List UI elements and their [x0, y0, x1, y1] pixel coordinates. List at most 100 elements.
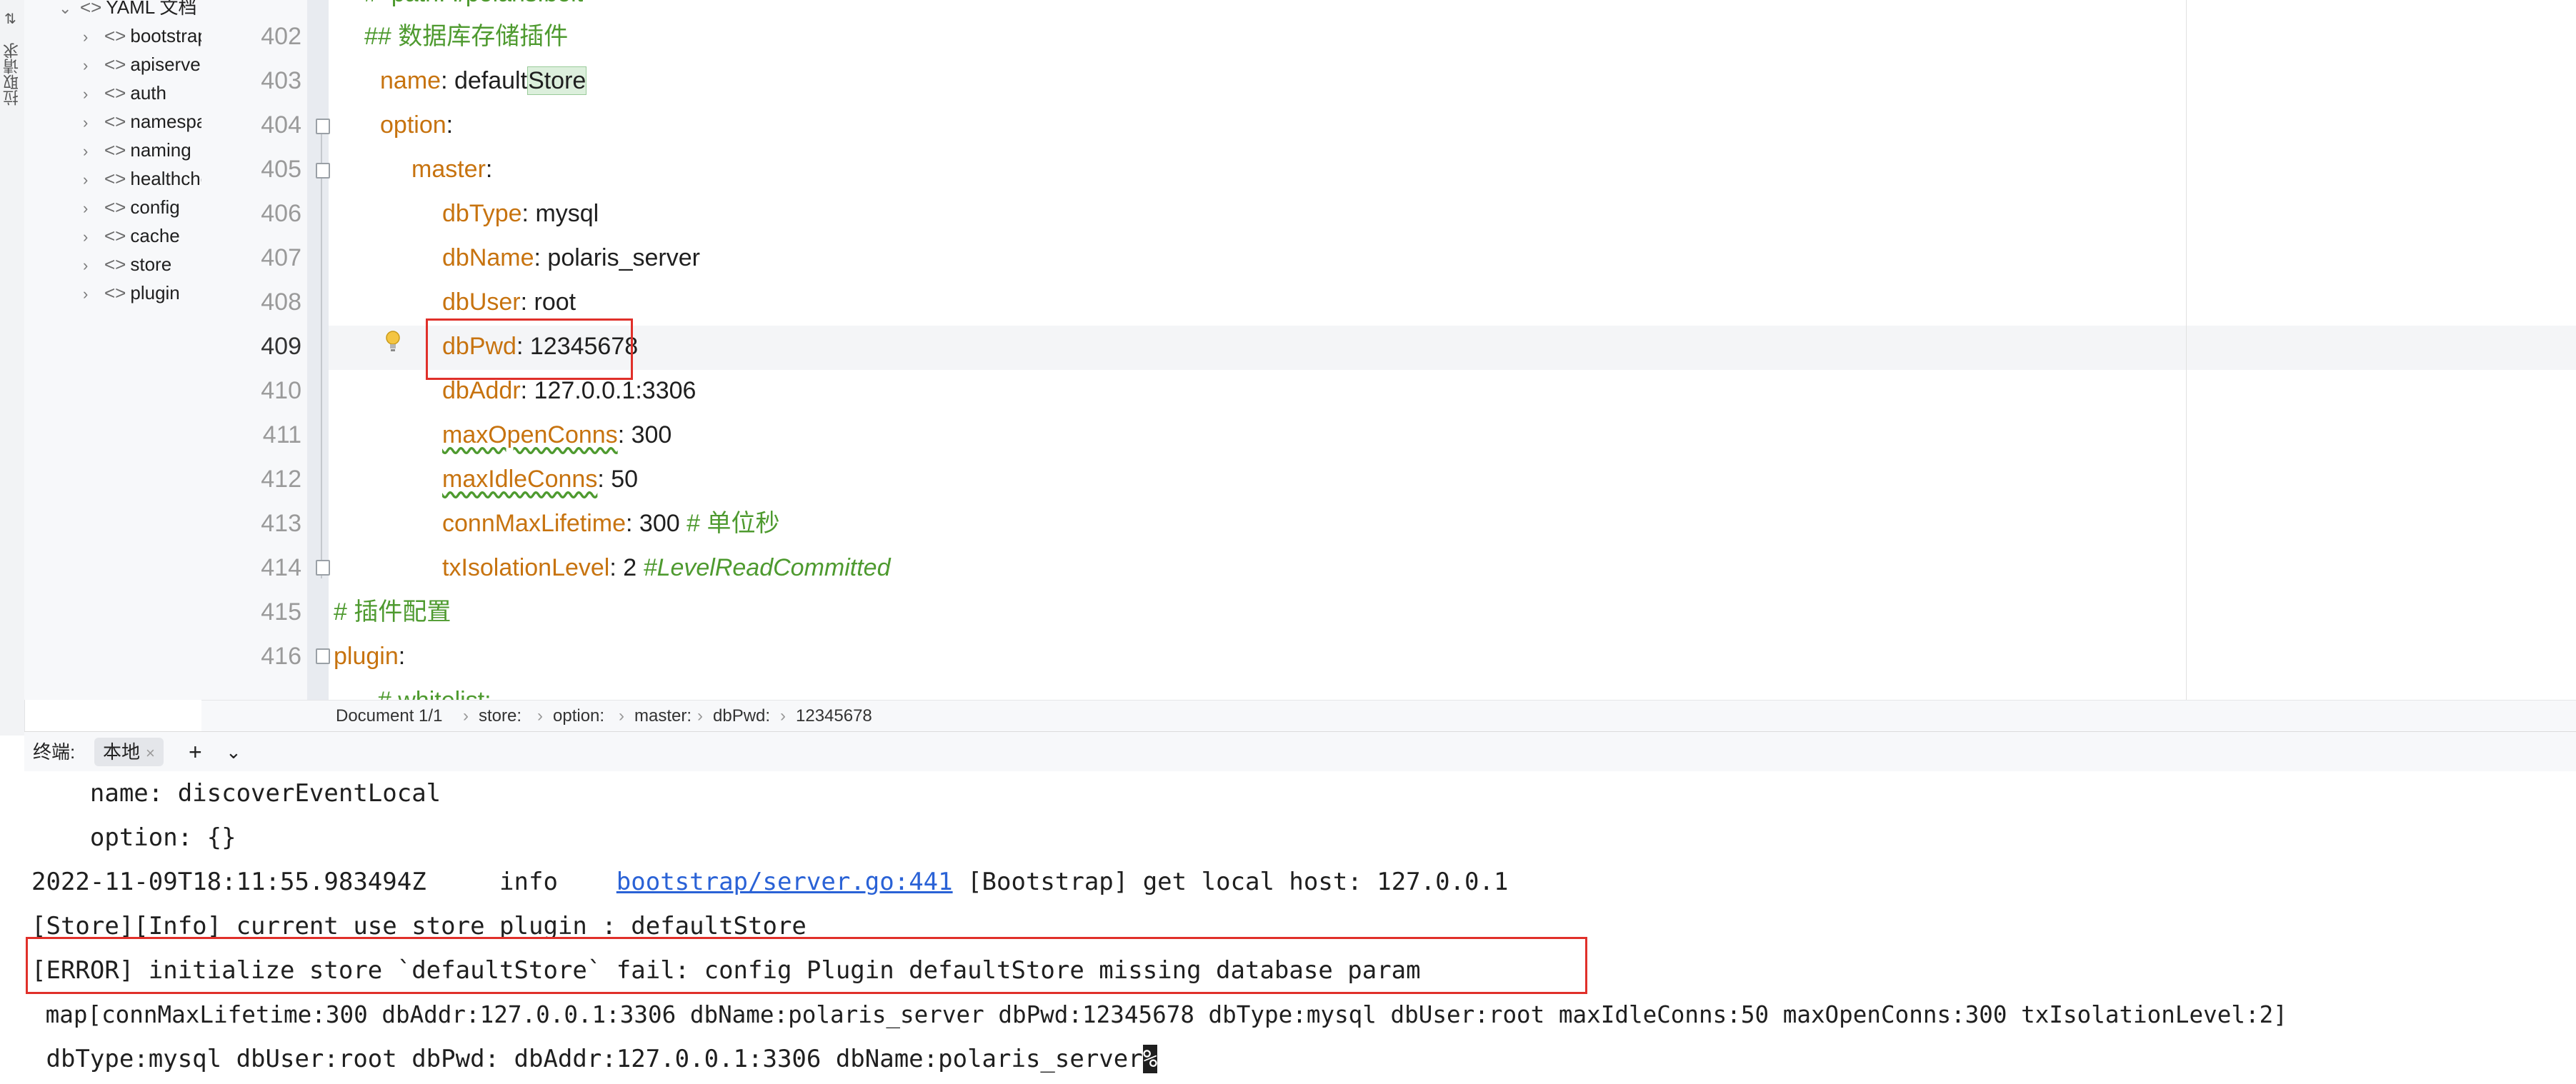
chevron-right-icon[interactable]: ›	[83, 280, 104, 308]
code-line-410: dbAddr: 127.0.0.1:3306	[442, 377, 697, 404]
terminal-output[interactable]: name: discoverEventLocal option: {} 2022…	[24, 771, 2576, 1084]
tree-item-config[interactable]: › <> config	[83, 193, 180, 221]
breadcrumb-separator-icon: ›	[463, 706, 469, 726]
terminal-header: 终端: 本地 × + ⌄	[24, 731, 2576, 772]
tree-item-healthcheck[interactable]: ›<>healthcheck	[83, 164, 201, 193]
code-line-403: name: defaultStore	[380, 66, 587, 95]
chevron-right-icon[interactable]: ›	[83, 194, 104, 223]
breadcrumb-separator-icon: ›	[780, 706, 786, 726]
comment-text: #LevelReadCommitted	[643, 554, 891, 581]
tree-item-label: namespace	[130, 111, 201, 132]
yaml-key: option	[380, 111, 446, 139]
lightbulb-icon[interactable]	[384, 328, 401, 357]
fold-marker-icon[interactable]	[316, 648, 330, 664]
yaml-key: connMaxLifetime	[442, 510, 626, 537]
yaml-key: maxIdleConns	[442, 466, 598, 493]
code-line-407: dbName: polaris_server	[442, 244, 700, 271]
terminal-line: map[connMaxLifetime:300 dbAddr:127.0.0.1…	[31, 1001, 2287, 1028]
breadcrumb-dbpwd[interactable]: dbPwd:	[713, 701, 770, 732]
fold-marker-icon[interactable]	[316, 163, 330, 179]
pull-requests-tab[interactable]: 拉取请求	[3, 43, 21, 110]
code-line-415: # 插件配置	[334, 590, 451, 634]
chevron-right-icon[interactable]: ›	[83, 223, 104, 251]
fold-guide-line	[321, 121, 322, 578]
breadcrumb-store[interactable]: store:	[479, 701, 521, 732]
tree-root-yaml[interactable]: ⌄ <> YAML 文档	[59, 0, 197, 21]
yaml-node-icon: <>	[104, 282, 126, 303]
line-number: 413	[261, 510, 301, 537]
tree-item-auth[interactable]: › <> auth	[83, 79, 166, 107]
chevron-right-icon[interactable]: ›	[83, 51, 104, 80]
comment-text: # whitelist:	[364, 687, 491, 700]
yaml-key: txIsolationLevel	[442, 554, 610, 581]
log-message: dbType:mysql dbUser:root dbPwd: dbAddr:1…	[31, 1045, 1143, 1073]
tree-item-namespace[interactable]: ›<>namespace	[83, 107, 201, 136]
yaml-key: dbUser	[442, 288, 521, 316]
yaml-value: 50	[611, 466, 639, 493]
fold-marker-icon[interactable]	[316, 560, 330, 576]
fold-column	[307, 0, 329, 700]
tree-item-store[interactable]: › <> store	[83, 250, 171, 278]
yaml-node-icon: <>	[104, 254, 126, 275]
line-number: 415	[261, 598, 301, 626]
source-file-link[interactable]: bootstrap/server.go:441	[616, 868, 953, 896]
chevron-right-icon[interactable]: ›	[83, 251, 104, 280]
chevron-right-icon[interactable]: ›	[83, 109, 104, 137]
chevron-right-icon[interactable]: ›	[83, 166, 104, 194]
tree-item-label: plugin	[130, 282, 180, 303]
breadcrumb-value[interactable]: 12345678	[796, 701, 872, 732]
fold-marker-icon[interactable]	[316, 119, 330, 134]
breadcrumb-option[interactable]: option:	[553, 701, 604, 732]
code-line-413: connMaxLifetime: 300 # 单位秒	[442, 510, 780, 537]
pull-requests-tab-label: 拉取请求	[3, 43, 21, 106]
breadcrumb-separator-icon: ›	[697, 706, 703, 726]
chevron-right-icon[interactable]: ›	[83, 80, 104, 109]
pull-request-icon[interactable]: ⇅	[4, 10, 16, 28]
tree-item-apiservers[interactable]: ›<>apiservers	[83, 50, 201, 79]
line-number: 407	[261, 244, 301, 271]
breadcrumb-separator-icon: ›	[537, 706, 543, 726]
yaml-node-icon: <>	[104, 225, 126, 246]
line-number: 405	[261, 156, 301, 183]
terminal-tab-local[interactable]: 本地 ×	[94, 738, 164, 766]
tree-item-naming[interactable]: › <> naming	[83, 136, 191, 164]
comment-text: # 单位秒	[687, 510, 780, 537]
breadcrumb-document[interactable]: Document 1/1	[336, 701, 442, 732]
comment-text: # path: ./polaris.bolt	[364, 0, 583, 7]
add-terminal-button[interactable]: +	[189, 732, 202, 772]
chevron-down-icon[interactable]: ⌄	[226, 732, 241, 772]
chevron-down-icon[interactable]: ⌄	[59, 0, 80, 23]
code-line-406: dbType: mysql	[442, 200, 599, 227]
code-line-411: maxOpenConns: 300	[442, 421, 672, 448]
close-icon[interactable]: ×	[146, 744, 155, 762]
code-editor[interactable]: 402 403 404 405 406 407 408 409 410 411 412 413 414 4…	[201, 0, 2576, 700]
code-line-405: master:	[411, 156, 493, 183]
annotation-highlight-box	[26, 937, 1587, 994]
current-line-highlight	[329, 326, 2576, 370]
yaml-value: polaris_server	[547, 244, 700, 271]
breadcrumb-separator-icon: ›	[619, 706, 624, 726]
tree-item-bootstrap[interactable]: › <> bootstrap	[83, 21, 201, 50]
tree-item-cache[interactable]: › <> cache	[83, 221, 180, 250]
code-line-402: ## 数据库存储插件	[364, 14, 568, 59]
breadcrumb-master[interactable]: master:	[634, 701, 692, 732]
yaml-value: 2	[623, 554, 637, 581]
right-margin-guide	[2186, 0, 2187, 700]
yaml-node-icon: <>	[80, 0, 102, 18]
log-prefix: 2022-11-09T18:11:55.983494Z info	[31, 868, 616, 896]
breadcrumb: Document 1/1 › store: › option: › master…	[201, 700, 2576, 732]
line-number: 406	[261, 200, 301, 227]
search-match-highlight: Store	[527, 66, 587, 95]
chevron-right-icon[interactable]: ›	[83, 23, 104, 51]
line-number: 404	[261, 111, 301, 139]
tree-item-plugin[interactable]: › <> plugin	[83, 278, 180, 307]
yaml-key: master	[411, 156, 486, 183]
chevron-right-icon[interactable]: ›	[83, 137, 104, 166]
yaml-node-icon: <>	[104, 139, 126, 161]
tree-item-label: healthcheck	[130, 168, 201, 189]
yaml-node-icon: <>	[104, 25, 126, 46]
yaml-node-icon: <>	[104, 54, 126, 75]
yaml-key: dbAddr	[442, 377, 521, 404]
yaml-value: 300	[631, 421, 672, 448]
line-number: 402	[261, 23, 301, 50]
